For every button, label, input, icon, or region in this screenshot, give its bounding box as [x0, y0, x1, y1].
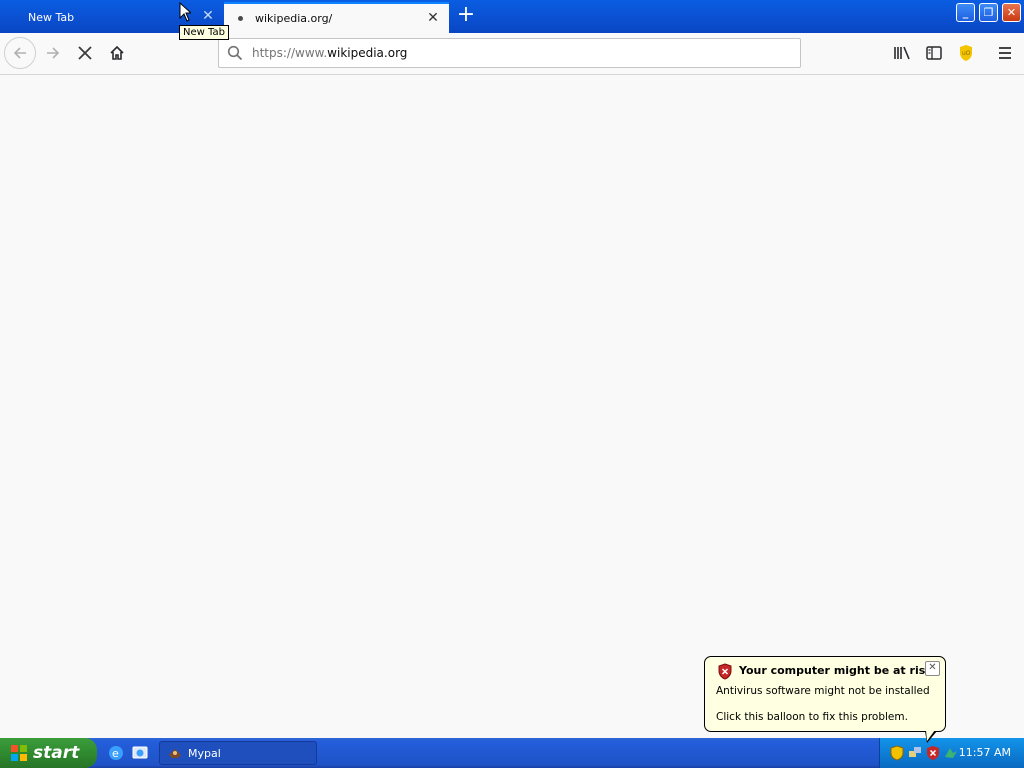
stop-icon: [78, 46, 92, 60]
taskbar-item-label: Mypal: [188, 746, 221, 760]
sidebar-icon[interactable]: [924, 43, 944, 63]
forward-button[interactable]: [37, 37, 69, 69]
balloon-tail-fill: [926, 730, 935, 741]
svg-text:e: e: [112, 747, 119, 760]
home-button[interactable]: [101, 37, 133, 69]
show-desktop-icon[interactable]: [131, 744, 149, 762]
new-tab-button[interactable]: +: [454, 4, 478, 28]
url-prefix: https://www.: [252, 46, 328, 60]
close-window-button[interactable]: ✕: [1002, 3, 1021, 22]
balloon-message: Antivirus software might not be installe…: [716, 685, 930, 697]
taskbar-item-mypal[interactable]: Mypal: [159, 741, 317, 765]
minimize-button[interactable]: _: [956, 3, 975, 22]
clock: 11:57 AM: [958, 746, 1011, 759]
start-button[interactable]: start: [0, 738, 97, 768]
url-bar[interactable]: https://www.wikipedia.org: [218, 38, 801, 68]
back-button[interactable]: [4, 37, 36, 69]
tab-tooltip: New Tab: [179, 25, 229, 40]
taskbar: start e Mypal 11:57 AM: [0, 738, 1024, 768]
tab-wikipedia[interactable]: wikipedia.org/ ✕: [224, 2, 449, 33]
tab-bar: New Tab ✕ wikipedia.org/ ✕ + _ ❐ ✕: [0, 0, 1024, 33]
page-content[interactable]: [0, 75, 1024, 738]
close-tab-icon[interactable]: ✕: [425, 10, 441, 26]
tab-label: wikipedia.org/: [255, 12, 333, 25]
start-label: start: [33, 743, 80, 763]
windows-flag-icon: [11, 745, 27, 761]
forward-arrow-icon: [47, 47, 60, 59]
shield-icon[interactable]: [925, 745, 941, 761]
security-center-icon[interactable]: [889, 745, 905, 761]
search-icon: [227, 44, 245, 62]
security-balloon[interactable]: Your computer might be at risk ✕ Antivir…: [704, 656, 946, 732]
system-tray: 11:57 AM: [879, 738, 1024, 768]
balloon-close-button[interactable]: ✕: [925, 661, 940, 676]
mypal-icon: [169, 749, 181, 758]
ublock-icon[interactable]: uO: [956, 43, 976, 63]
url-text[interactable]: https://www.wikipedia.org: [252, 46, 407, 60]
library-icon[interactable]: [892, 43, 912, 63]
balloon-title: Your computer might be at risk: [739, 664, 933, 677]
hamburger-menu-icon[interactable]: [995, 43, 1015, 63]
ie-icon[interactable]: e: [107, 744, 125, 762]
shield-icon: [717, 663, 733, 683]
loading-dot-icon: [238, 16, 243, 21]
tab-label: New Tab: [28, 11, 75, 24]
stop-button[interactable]: [69, 37, 101, 69]
network-icon[interactable]: [907, 745, 923, 761]
back-arrow-icon: [13, 47, 26, 59]
close-tab-icon[interactable]: ✕: [200, 8, 216, 24]
maximize-button[interactable]: ❐: [979, 3, 998, 22]
url-host: wikipedia.org: [327, 46, 408, 60]
navigation-toolbar: https://www.wikipedia.org uO: [0, 33, 1024, 75]
svg-text:uO: uO: [962, 50, 971, 57]
balloon-action-text[interactable]: Click this balloon to fix this problem.: [716, 711, 908, 723]
update-icon[interactable]: [943, 745, 959, 761]
mouse-cursor-icon: [179, 1, 193, 25]
home-icon: [110, 45, 124, 60]
